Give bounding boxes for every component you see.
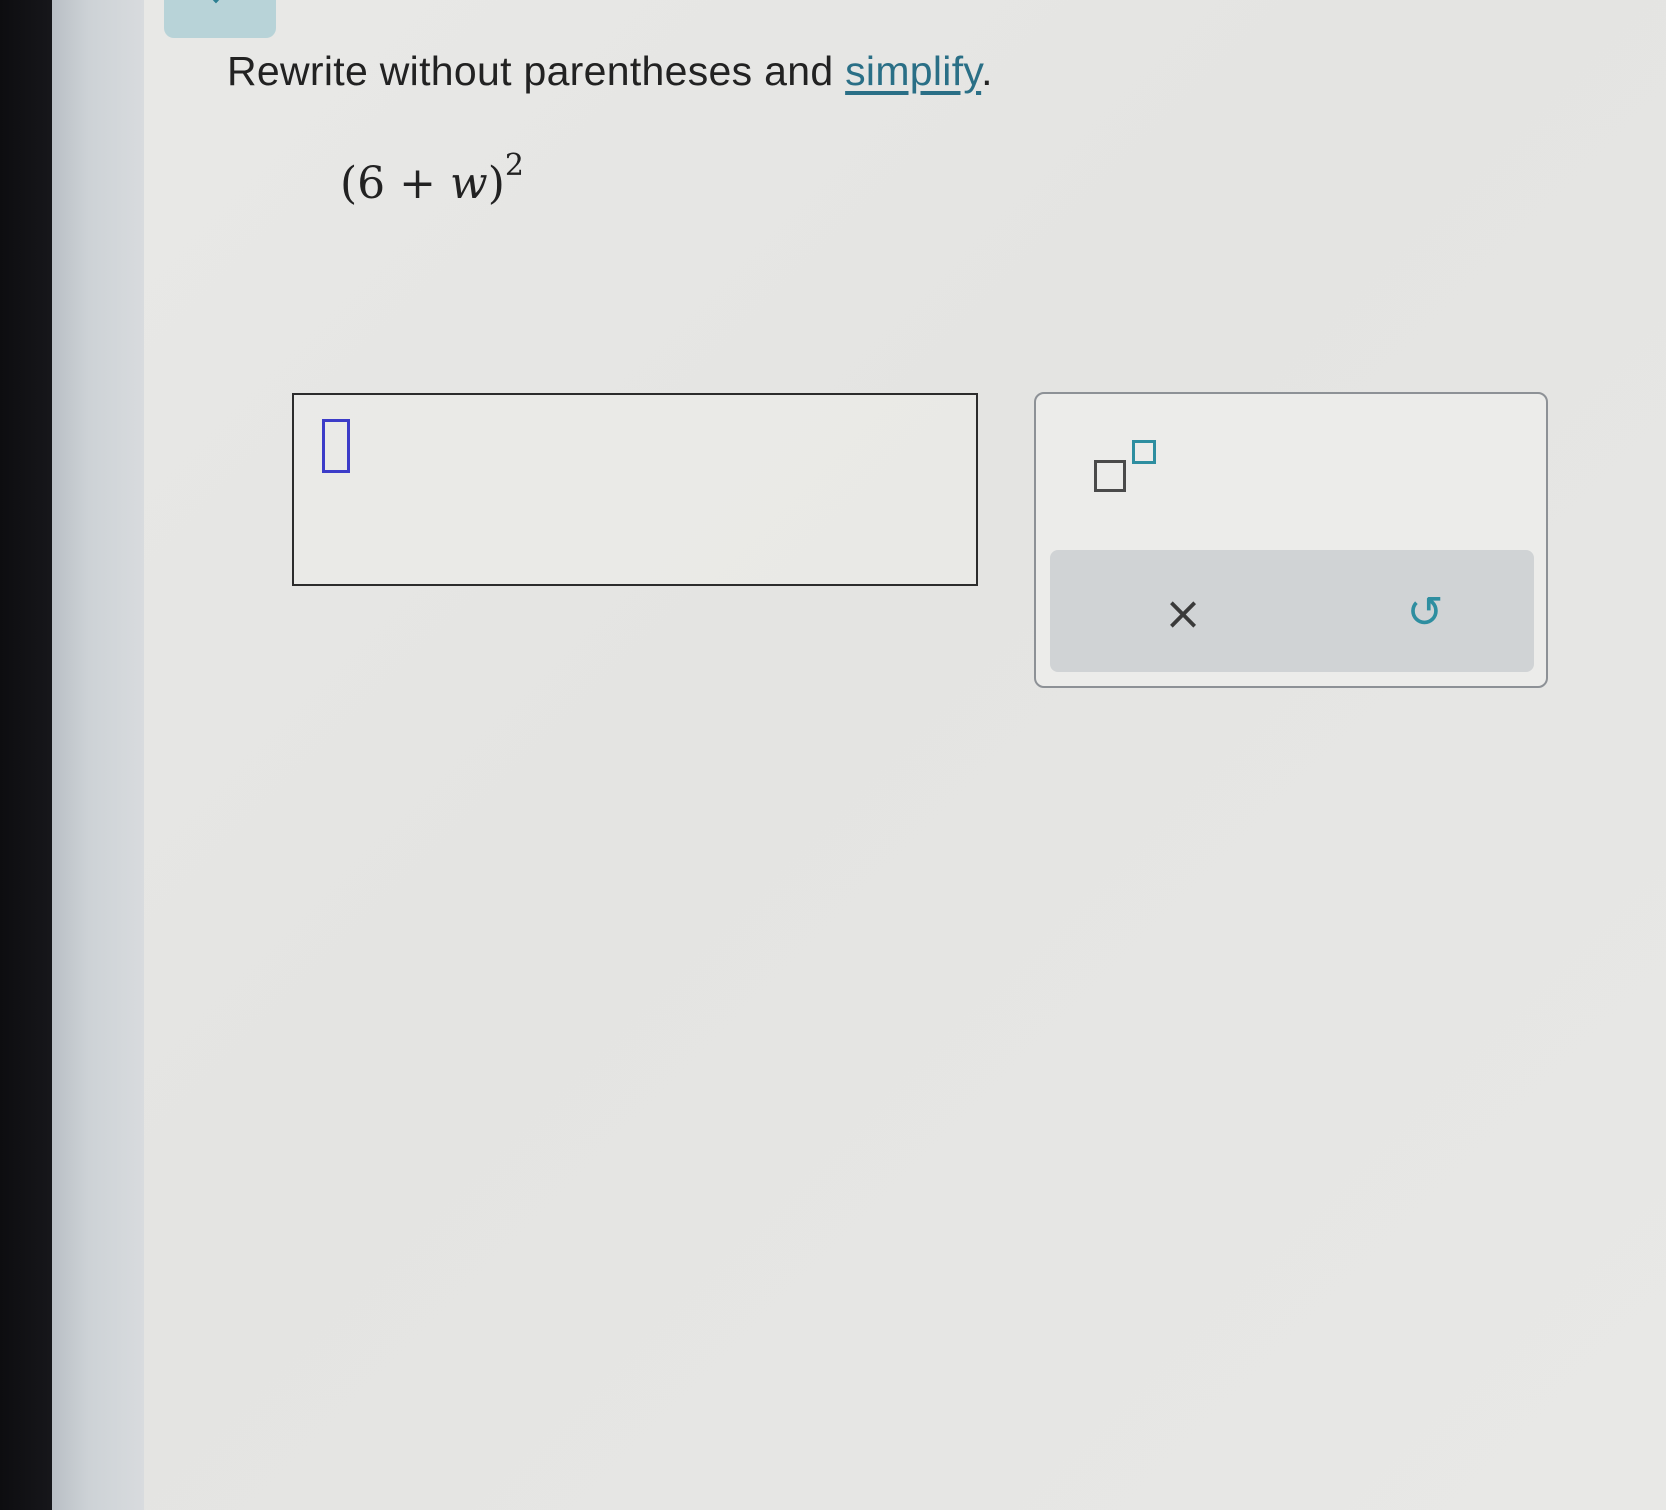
prompt-punctuation: . — [981, 48, 993, 94]
expression-constant: 6 — [357, 158, 386, 209]
screen: Rewrite without parentheses and simplify… — [0, 0, 1666, 1510]
superscript-template-icon — [1094, 460, 1126, 492]
math-expression: (6 + w)2 — [340, 148, 524, 209]
expression-variable: w — [450, 158, 488, 209]
math-keypad: × ↺ — [1034, 392, 1548, 688]
prompt-text: Rewrite without parentheses and — [227, 48, 846, 94]
simplify-link[interactable]: simplify — [845, 48, 981, 94]
collapse-tab[interactable] — [164, 0, 276, 38]
keypad-action-bar: × ↺ — [1050, 550, 1534, 672]
undo-button[interactable]: ↺ — [1390, 578, 1460, 648]
question-prompt: Rewrite without parentheses and simplify… — [227, 48, 993, 95]
answer-input[interactable] — [292, 393, 978, 586]
clear-button[interactable]: × — [1148, 578, 1218, 648]
question-panel: Rewrite without parentheses and simplify… — [144, 0, 1666, 1510]
open-paren: ( — [340, 158, 358, 209]
sidebar-edge — [52, 0, 144, 1510]
exponent-button[interactable] — [1086, 438, 1166, 508]
close-paren: ) — [487, 158, 505, 209]
chevron-down-icon — [206, 0, 233, 4]
superscript-exponent-box-icon — [1132, 440, 1156, 464]
expression-exponent: 2 — [504, 148, 524, 183]
expression-operator: + — [385, 158, 451, 209]
input-cursor-placeholder[interactable] — [322, 419, 350, 473]
